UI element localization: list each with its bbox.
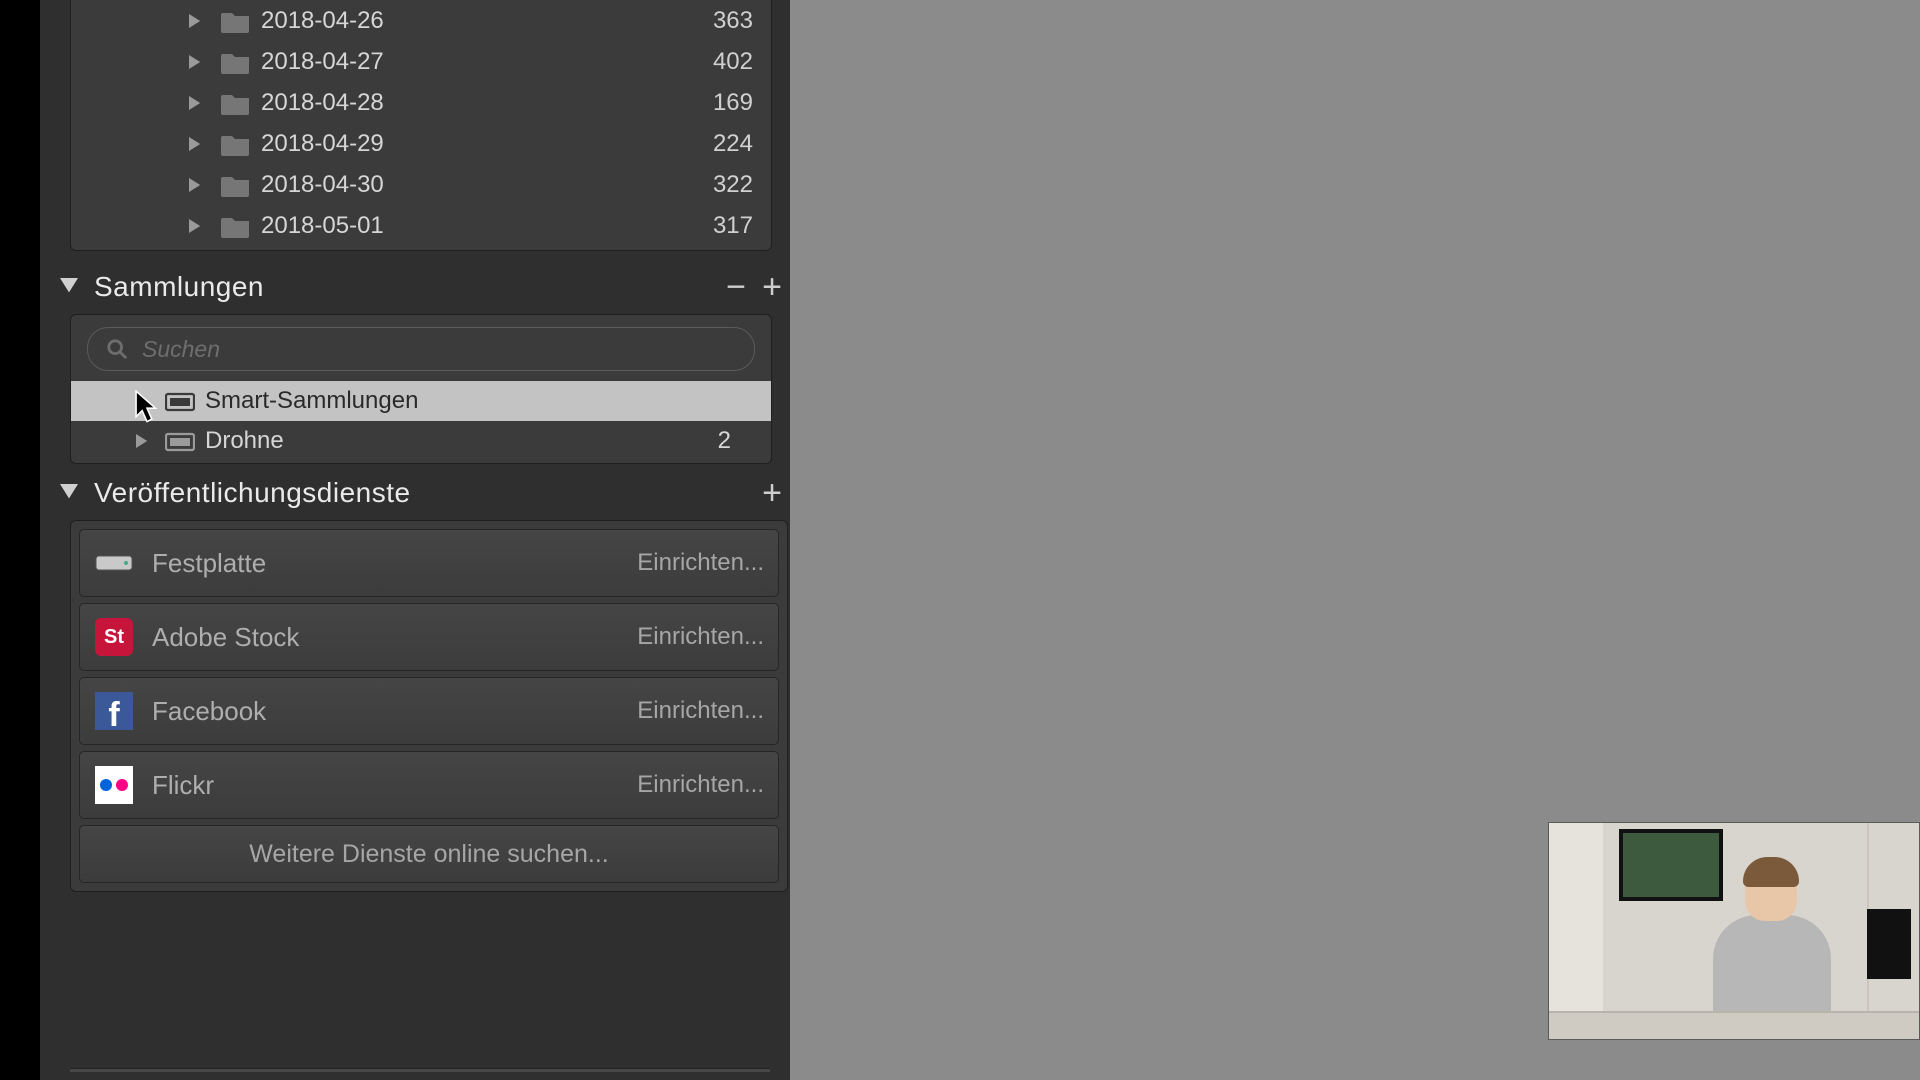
disclosure-triangle-icon[interactable] — [181, 178, 211, 192]
search-input[interactable] — [140, 335, 736, 364]
disclosure-triangle-icon[interactable] — [58, 276, 80, 298]
folder-name-label: 2018-05-01 — [261, 212, 713, 240]
window-left-edge — [0, 0, 40, 1080]
hdd-icon — [94, 543, 134, 583]
smart-collection-icon — [165, 390, 195, 412]
folder-icon — [221, 91, 251, 115]
collections-plus-button[interactable]: + — [754, 267, 790, 307]
folder-count-label: 363 — [713, 7, 753, 35]
collection-set-icon — [165, 430, 195, 452]
folder-count-label: 322 — [713, 171, 753, 199]
folder-count-label: 317 — [713, 212, 753, 240]
folder-count-label: 402 — [713, 48, 753, 76]
collections-list: Smart-Sammlungen Drohne2 — [71, 381, 771, 461]
disclosure-triangle-icon[interactable] — [181, 55, 211, 69]
collections-header-label: Sammlungen — [94, 271, 718, 303]
service-setup-link[interactable]: Einrichten... — [637, 771, 764, 799]
service-setup-link[interactable]: Einrichten... — [637, 549, 764, 577]
disclosure-triangle-icon[interactable] — [131, 394, 155, 408]
collections-minus-button[interactable]: − — [718, 267, 754, 307]
collection-count-label: 2 — [718, 427, 731, 455]
folder-icon — [221, 9, 251, 33]
folder-name-label: 2018-04-30 — [261, 171, 713, 199]
disclosure-triangle-icon[interactable] — [181, 96, 211, 110]
service-name-label: Festplatte — [152, 548, 637, 579]
library-left-panel: 2018-04-263632018-04-274022018-04-281692… — [40, 0, 790, 1080]
publish-services-header-label: Veröffentlichungsdienste — [94, 477, 754, 509]
publish-services-plus-button[interactable]: + — [754, 473, 790, 513]
disclosure-triangle-icon[interactable] — [58, 482, 80, 504]
folder-name-label: 2018-04-26 — [261, 7, 713, 35]
folder-row[interactable]: 2018-04-26363 — [71, 0, 771, 41]
search-icon — [106, 338, 128, 360]
folder-row[interactable]: 2018-04-28169 — [71, 82, 771, 123]
folder-icon — [221, 132, 251, 156]
publish-service-row[interactable]: f FacebookEinrichten... — [79, 677, 779, 745]
folder-name-label: 2018-04-28 — [261, 89, 713, 117]
publish-service-row[interactable]: FlickrEinrichten... — [79, 751, 779, 819]
disclosure-triangle-icon[interactable] — [181, 14, 211, 28]
folder-icon — [221, 214, 251, 238]
publish-services-header[interactable]: Veröffentlichungsdienste + — [40, 466, 790, 520]
folder-icon — [221, 50, 251, 74]
folder-row[interactable]: 2018-05-01317 — [71, 205, 771, 246]
publish-services-section: Veröffentlichungsdienste + FestplatteEin… — [40, 466, 790, 892]
folder-row[interactable]: 2018-04-29224 — [71, 123, 771, 164]
folder-row[interactable]: 2018-04-30322 — [71, 164, 771, 205]
facebook-icon: f — [94, 691, 134, 731]
flickr-icon — [94, 765, 134, 805]
disclosure-triangle-icon[interactable] — [131, 434, 155, 448]
publish-service-row[interactable]: St Adobe StockEinrichten... — [79, 603, 779, 671]
adobestock-icon: St — [94, 617, 134, 657]
folder-row[interactable]: 2018-04-27402 — [71, 41, 771, 82]
disclosure-triangle-icon[interactable] — [181, 219, 211, 233]
service-setup-link[interactable]: Einrichten... — [637, 697, 764, 725]
webcam-overlay — [1548, 822, 1920, 1040]
collections-header[interactable]: Sammlungen − + — [40, 260, 790, 314]
folder-name-label: 2018-04-29 — [261, 130, 713, 158]
publish-services-panel-body: FestplatteEinrichten...StAdobe StockEinr… — [70, 520, 788, 892]
collection-name-label: Smart-Sammlungen — [205, 387, 731, 415]
folder-name-label: 2018-04-27 — [261, 48, 713, 76]
panel-bottom-separator — [70, 1068, 770, 1072]
folders-panel-body: 2018-04-263632018-04-274022018-04-281692… — [70, 0, 772, 251]
service-setup-link[interactable]: Einrichten... — [637, 623, 764, 651]
folder-count-label: 169 — [713, 89, 753, 117]
service-name-label: Adobe Stock — [152, 622, 637, 653]
publish-service-row[interactable]: FestplatteEinrichten... — [79, 529, 779, 597]
disclosure-triangle-icon[interactable] — [181, 137, 211, 151]
collection-row[interactable]: Smart-Sammlungen — [71, 381, 771, 421]
folder-icon — [221, 173, 251, 197]
collections-section: Sammlungen − + Smart-Sammlungen Drohne2 — [40, 260, 790, 464]
service-name-label: Facebook — [152, 696, 637, 727]
collection-row[interactable]: Drohne2 — [71, 421, 771, 461]
collections-panel-body: Smart-Sammlungen Drohne2 — [70, 314, 772, 464]
find-more-services-button[interactable]: Weitere Dienste online suchen... — [79, 825, 779, 883]
collection-name-label: Drohne — [205, 427, 718, 455]
collections-search-field[interactable] — [87, 327, 755, 371]
folder-count-label: 224 — [713, 130, 753, 158]
service-name-label: Flickr — [152, 770, 637, 801]
